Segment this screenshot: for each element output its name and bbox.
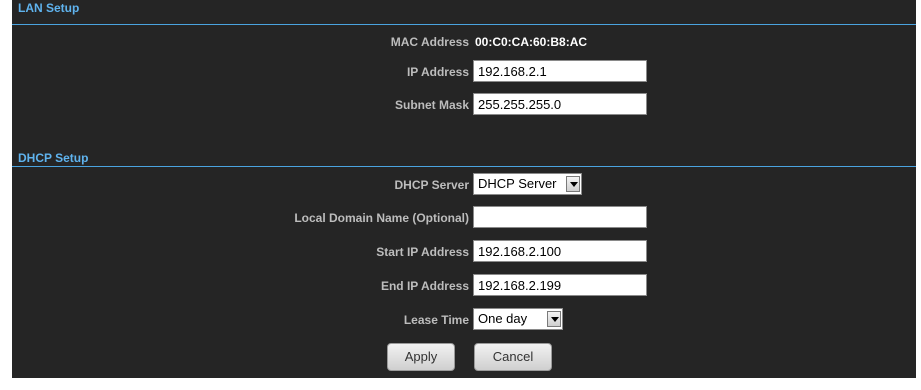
subnet-mask-row: Subnet Mask xyxy=(12,93,916,117)
dhcp-setup-title: DHCP Setup xyxy=(18,151,89,165)
dhcp-setup-header: DHCP Setup xyxy=(12,150,916,167)
settings-panel: LAN Setup MAC Address 00:C0:CA:60:B8:AC … xyxy=(12,0,916,378)
mac-address-label: MAC Address xyxy=(390,35,469,49)
lan-setup-title: LAN Setup xyxy=(18,1,80,15)
end-ip-input[interactable] xyxy=(473,274,647,296)
ip-address-label: IP Address xyxy=(406,65,469,79)
chevron-down-icon[interactable] xyxy=(566,176,580,192)
dhcp-server-selected: DHCP Server xyxy=(478,176,557,191)
ip-address-row: IP Address xyxy=(12,60,916,84)
local-domain-input[interactable] xyxy=(473,206,647,228)
local-domain-row: Local Domain Name (Optional) xyxy=(12,206,916,230)
lease-time-select[interactable]: One day xyxy=(473,308,563,330)
dhcp-server-row: DHCP Server DHCP Server xyxy=(12,173,916,197)
action-buttons-row: Apply Cancel xyxy=(12,343,916,371)
mac-address-row: MAC Address 00:C0:CA:60:B8:AC xyxy=(12,30,916,54)
apply-button[interactable]: Apply xyxy=(387,343,455,371)
local-domain-label: Local Domain Name (Optional) xyxy=(294,211,469,225)
dhcp-server-select[interactable]: DHCP Server xyxy=(473,173,582,195)
mac-address-value: 00:C0:CA:60:B8:AC xyxy=(475,35,588,49)
chevron-down-icon[interactable] xyxy=(547,311,561,327)
lease-time-row: Lease Time One day xyxy=(12,308,916,332)
end-ip-label: End IP Address xyxy=(380,279,469,293)
cancel-button[interactable]: Cancel xyxy=(474,343,552,371)
start-ip-input[interactable] xyxy=(473,240,647,262)
start-ip-label: Start IP Address xyxy=(376,245,469,259)
subnet-mask-label: Subnet Mask xyxy=(394,98,469,112)
start-ip-row: Start IP Address xyxy=(12,240,916,264)
end-ip-row: End IP Address xyxy=(12,274,916,298)
lan-setup-header: LAN Setup xyxy=(12,1,916,25)
ip-address-input[interactable] xyxy=(473,60,647,82)
subnet-mask-input[interactable] xyxy=(473,93,647,115)
dhcp-server-label: DHCP Server xyxy=(394,178,469,192)
lease-time-selected: One day xyxy=(478,311,528,326)
lease-time-label: Lease Time xyxy=(403,313,469,327)
